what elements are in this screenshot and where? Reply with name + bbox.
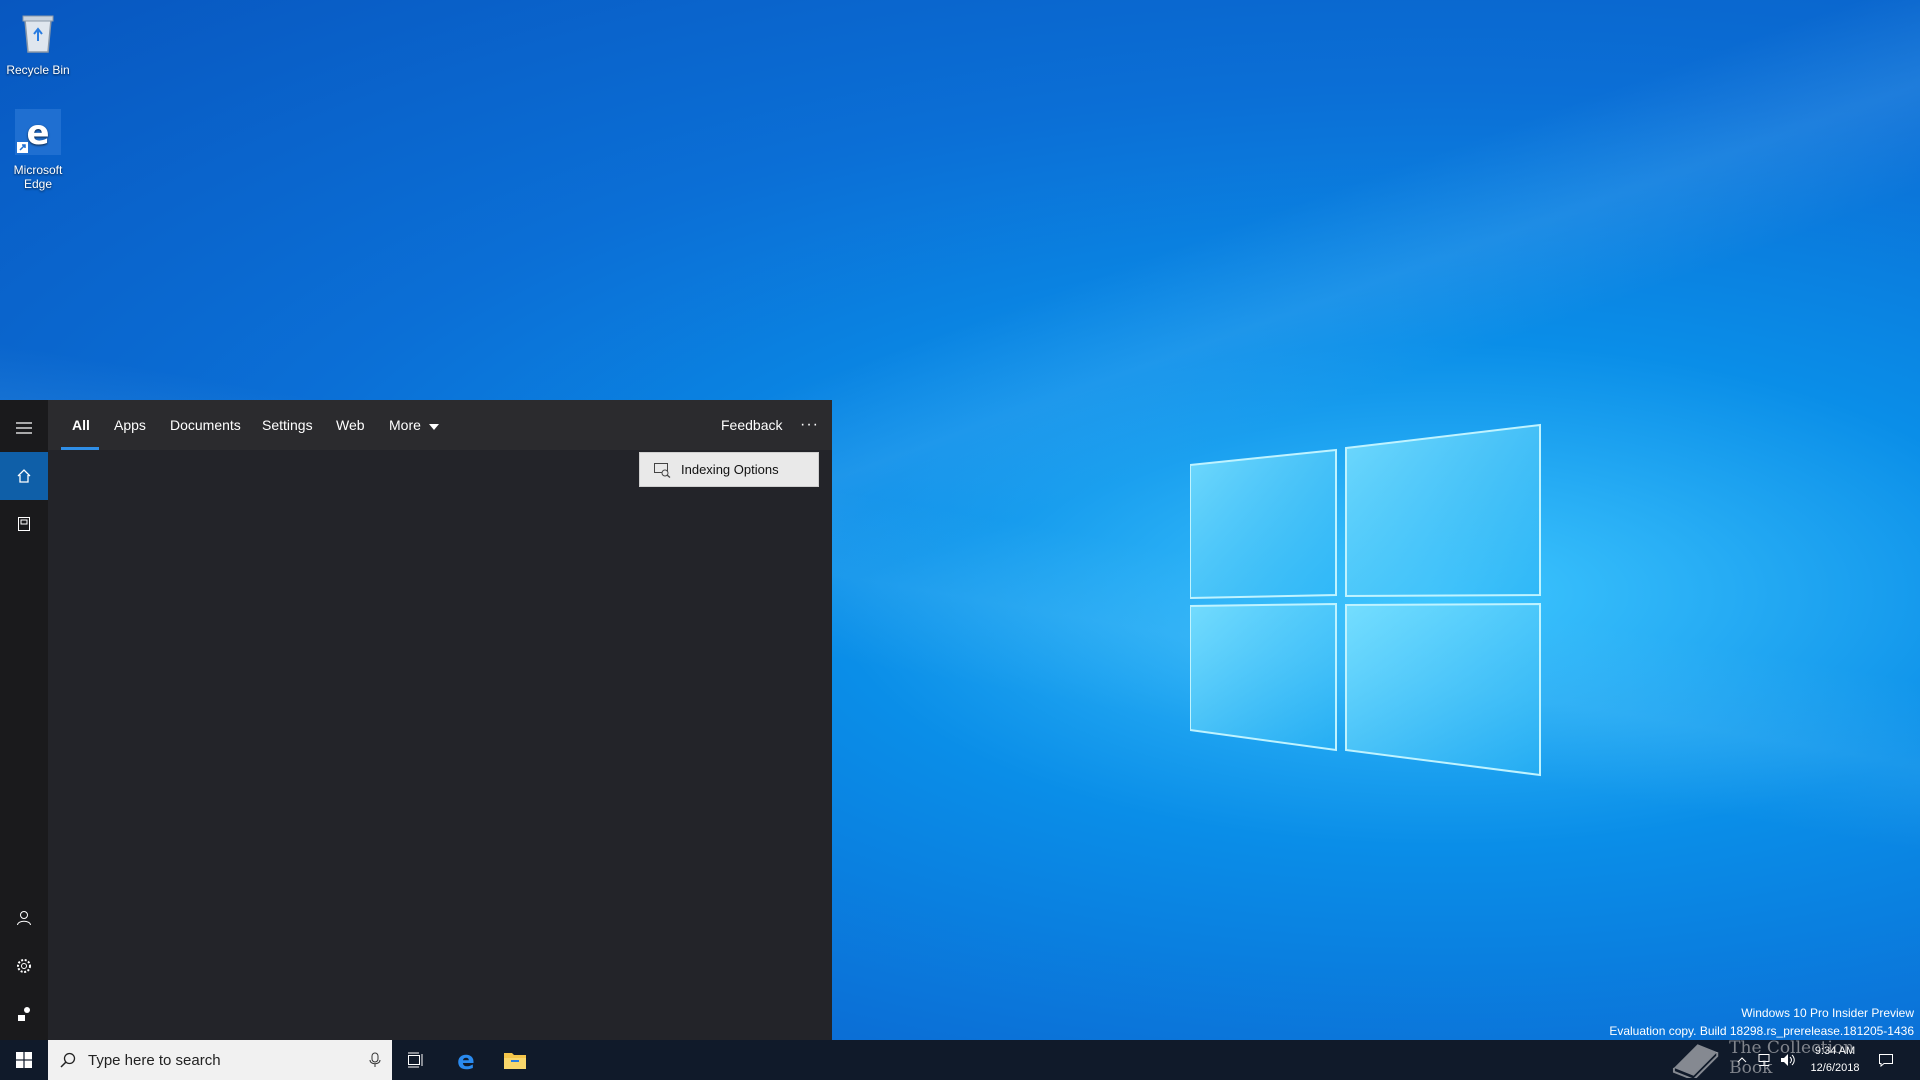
taskbar-edge-button[interactable]: e <box>442 1040 490 1080</box>
account-button[interactable] <box>0 894 48 942</box>
edge-icon: e <box>15 109 61 155</box>
chevron-down-icon <box>428 424 439 430</box>
evaluation-watermark-line1: Windows 10 Pro Insider Preview <box>1741 1006 1914 1020</box>
tab-settings[interactable]: Settings <box>262 400 313 450</box>
settings-icon <box>17 959 31 973</box>
taskbar-file-explorer-button[interactable] <box>491 1040 539 1080</box>
feedback-hub-button[interactable] <box>0 990 48 1038</box>
menu-item-indexing-options[interactable]: Indexing Options <box>639 452 819 487</box>
notebook-button[interactable] <box>0 500 48 548</box>
task-view-icon <box>408 1052 423 1068</box>
windows-logo-wallpaper <box>1190 423 1541 777</box>
taskbar-search-box[interactable]: Type here to search <box>48 1040 392 1080</box>
start-button[interactable] <box>0 1040 48 1080</box>
hamburger-icon <box>16 422 32 434</box>
search-icon <box>60 1052 76 1068</box>
tab-apps[interactable]: Apps <box>114 400 146 450</box>
account-icon <box>17 911 31 926</box>
notebook-icon <box>18 517 30 531</box>
settings-button[interactable] <box>0 942 48 990</box>
file-explorer-icon <box>504 1053 526 1069</box>
desktop-icon-label: Microsoft Edge <box>13 163 63 191</box>
desktop-icon-recycle-bin[interactable]: Recycle Bin <box>0 8 76 77</box>
tab-more-label: More <box>389 417 421 433</box>
search-filter-bar: All Apps Documents Settings Web More Fee… <box>48 400 832 450</box>
task-view-button[interactable] <box>392 1040 440 1080</box>
home-button[interactable] <box>0 452 48 500</box>
search-placeholder: Type here to search <box>88 1051 221 1069</box>
feedback-hub-icon <box>18 1007 30 1021</box>
svg-text:e: e <box>457 1048 475 1072</box>
book-logo-icon <box>1672 1044 1719 1078</box>
tab-all[interactable]: All <box>72 400 90 450</box>
brand-overlay-text: The Collection Book <box>1729 1038 1855 1078</box>
microphone-icon[interactable] <box>368 1052 382 1068</box>
recycle-bin-icon <box>22 15 54 53</box>
indexing-options-icon <box>654 462 671 478</box>
feedback-link[interactable]: Feedback <box>721 400 782 450</box>
taskbar: Type here to search e 9:34 AM 12/6/2018 <box>0 1040 1920 1080</box>
home-icon <box>17 469 31 483</box>
tab-more[interactable]: More <box>389 400 439 450</box>
tab-documents[interactable]: Documents <box>170 400 241 450</box>
search-flyout: All Apps Documents Settings Web More Fee… <box>0 400 832 1040</box>
windows-logo-icon <box>16 1052 32 1068</box>
hamburger-menu-button[interactable] <box>0 404 48 452</box>
more-options-button[interactable]: ··· <box>800 400 819 450</box>
brand-overlay: The Collection Book <box>1670 1036 1900 1080</box>
desktop-icon-label: Recycle Bin <box>6 63 70 77</box>
selected-tab-indicator <box>61 447 99 450</box>
tab-web[interactable]: Web <box>336 400 365 450</box>
svg-text:e: e <box>26 113 49 153</box>
desktop-icon-microsoft-edge[interactable]: e Microsoft Edge <box>0 108 76 191</box>
menu-item-label: Indexing Options <box>681 462 779 477</box>
search-nav-rail <box>0 400 48 1040</box>
edge-icon: e <box>457 1048 475 1072</box>
